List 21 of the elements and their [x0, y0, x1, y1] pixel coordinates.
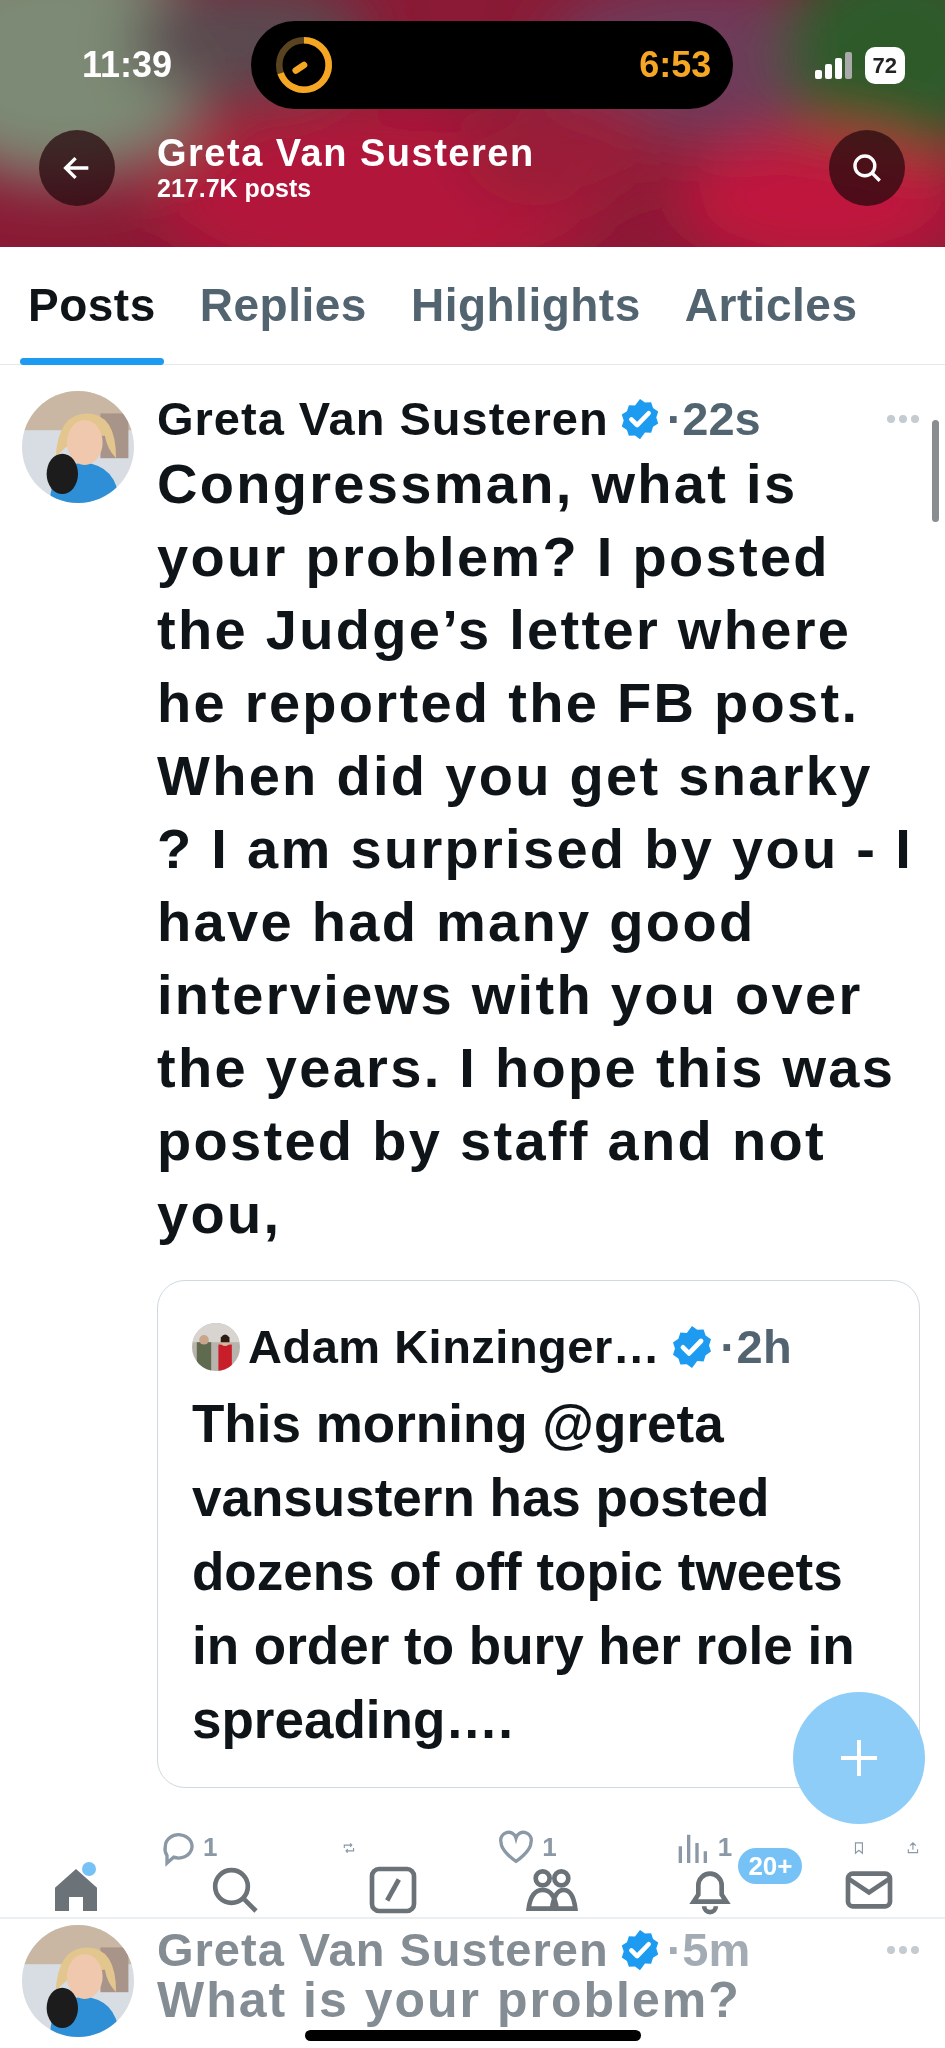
profile-tab[interactable]: Highlights: [402, 246, 649, 365]
post-text: What is your problem?: [157, 1975, 742, 2025]
post-time: ·2h: [720, 1319, 793, 1375]
author-name: Greta Van Susteren: [157, 1925, 609, 1975]
author-name: Adam Kinzinger…: [248, 1319, 661, 1375]
status-time: 11:39: [82, 43, 173, 87]
post-text: Congressman, what is your problem? I posted the Judge’s letter where he reported the FB post. When did you get snarky ? I am surprised by you - I have had many good interviews with you over the years. I hope this was posted by staff and not you,: [157, 451, 915, 1247]
more-icon[interactable]: [886, 1945, 920, 1955]
notification-badge: 20+: [738, 1847, 803, 1884]
search-icon: [850, 151, 884, 185]
post-count: 217.7K posts: [157, 175, 313, 203]
profile-tab[interactable]: Articles: [676, 246, 866, 365]
more-icon[interactable]: [886, 414, 920, 424]
timer-text: 6:53: [639, 43, 712, 87]
author-name: Greta Van Susteren: [157, 391, 609, 447]
post-time: ·22s: [666, 391, 761, 447]
profile-tab[interactable]: Replies: [191, 246, 375, 365]
profile-name: Greta Van Susteren: [157, 133, 535, 176]
profile-tab[interactable]: Posts: [20, 246, 164, 365]
quoted-post-text: This morning @greta vansustern has posted dozens of off topic tweets in order to bury her role in spreading….: [192, 1393, 856, 1751]
post-time: ·5m: [666, 1925, 751, 1975]
